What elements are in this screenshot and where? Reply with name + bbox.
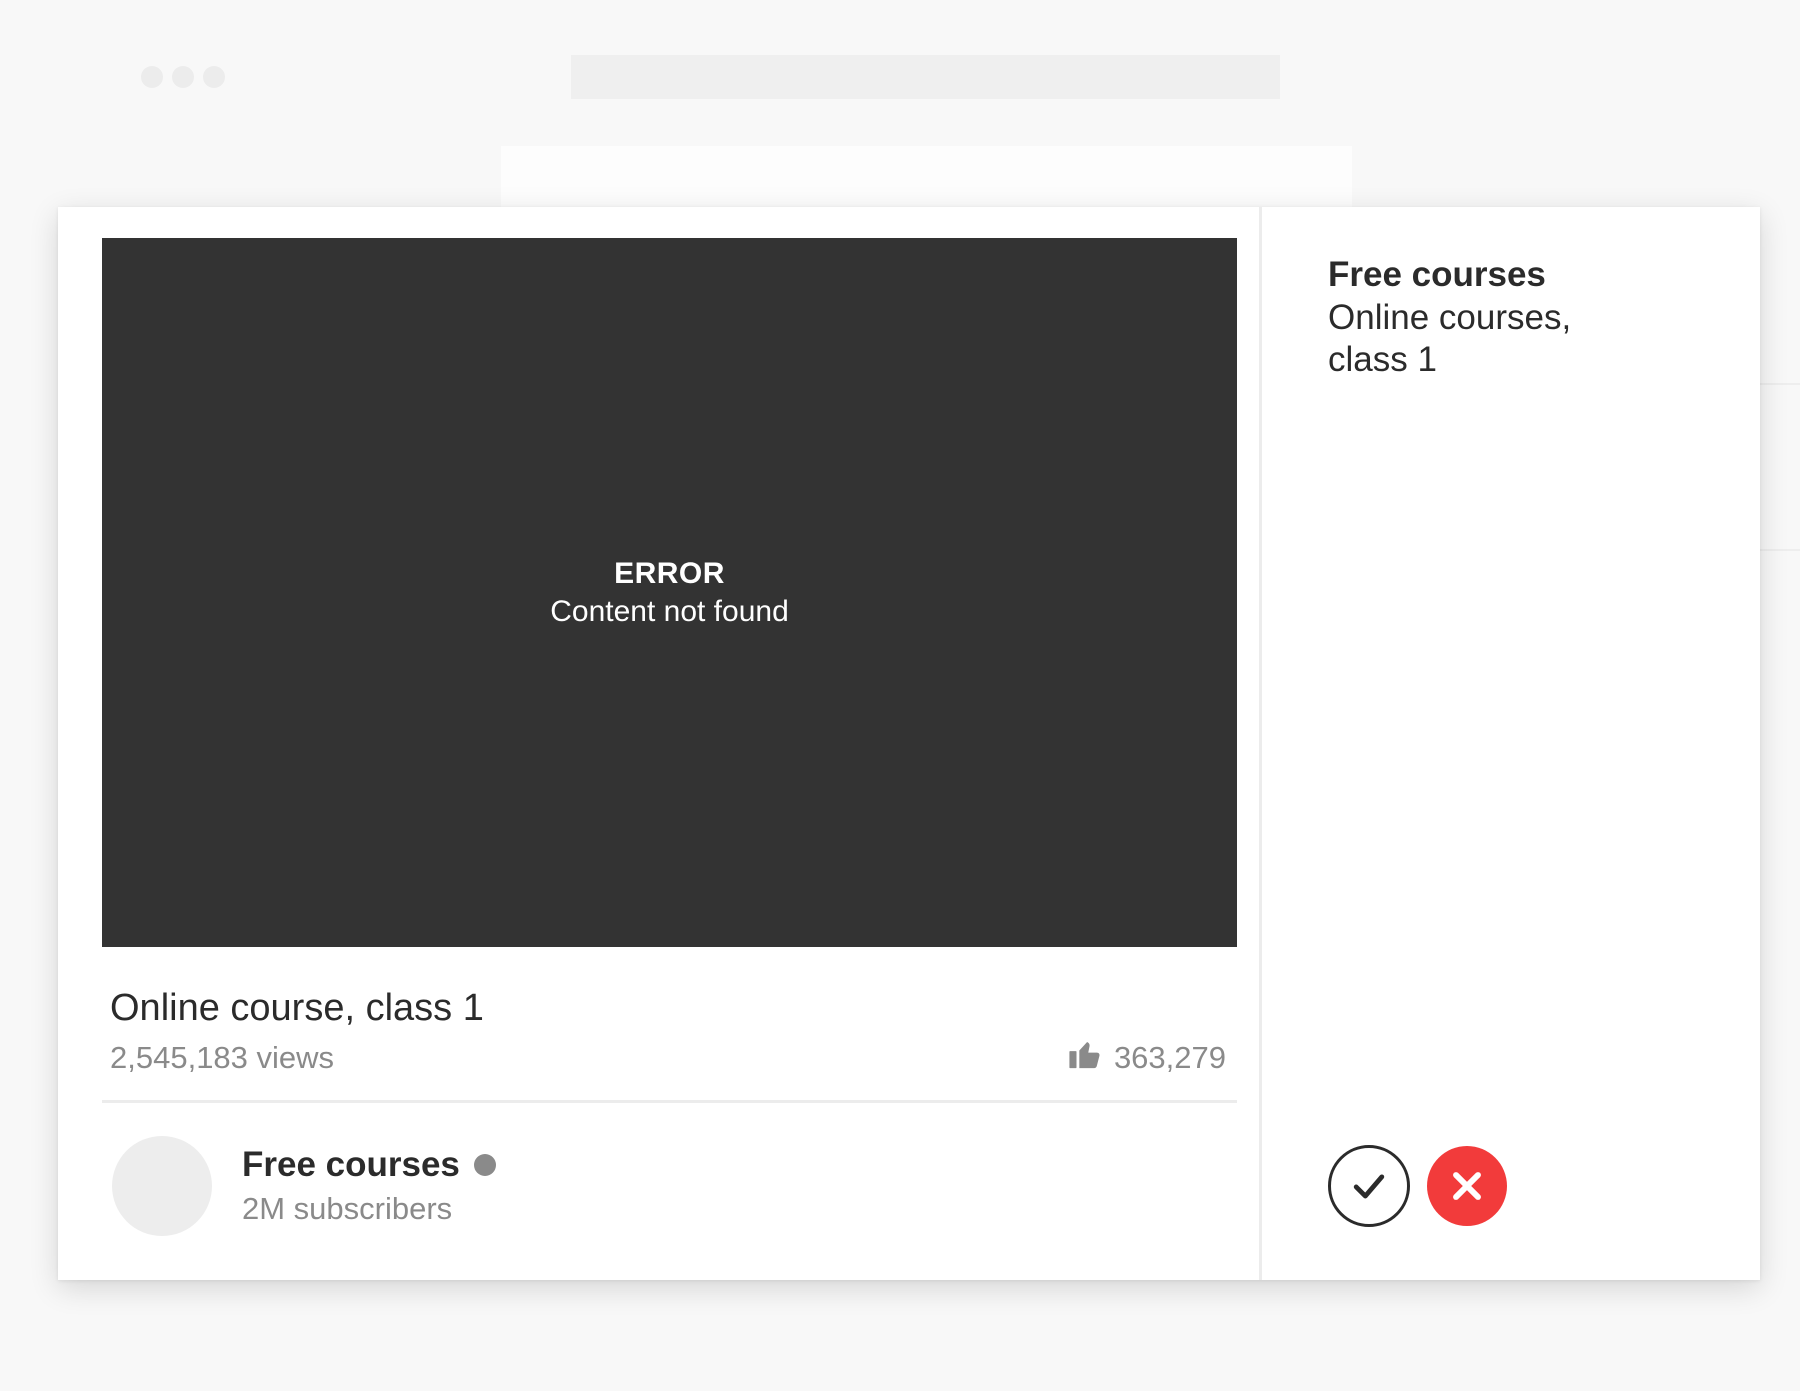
divider bbox=[102, 1100, 1237, 1103]
avatar[interactable] bbox=[112, 1136, 212, 1236]
page: ERROR Content not found Online course, c… bbox=[0, 0, 1800, 1391]
background-divider bbox=[1760, 549, 1800, 551]
video-modal: ERROR Content not found Online course, c… bbox=[58, 207, 1760, 1280]
like-button[interactable]: 363,279 bbox=[1068, 1037, 1226, 1079]
side-panel: Free courses Online courses, class 1 bbox=[1262, 207, 1760, 1280]
window-dot bbox=[203, 66, 225, 88]
subscriber-count: 2M subscribers bbox=[242, 1191, 453, 1226]
error-title: ERROR bbox=[614, 556, 725, 590]
background-divider bbox=[1760, 383, 1800, 385]
window-dot bbox=[141, 66, 163, 88]
window-controls-icon bbox=[141, 66, 225, 88]
window-dot bbox=[172, 66, 194, 88]
address-bar-placeholder bbox=[571, 55, 1280, 99]
channel-name[interactable]: Free courses bbox=[242, 1145, 460, 1185]
view-count: 2,545,183 views bbox=[110, 1040, 335, 1075]
side-panel-title: Free courses bbox=[1328, 255, 1546, 294]
status-dot-icon bbox=[473, 1154, 496, 1176]
checkmark-icon bbox=[1353, 1174, 1385, 1199]
thumbs-up-icon bbox=[1068, 1037, 1102, 1079]
video-panel: ERROR Content not found Online course, c… bbox=[58, 207, 1262, 1280]
error-message: Content not found bbox=[550, 594, 789, 628]
side-panel-subtitle: Online courses, class 1 bbox=[1328, 298, 1572, 379]
channel-header[interactable]: Free courses bbox=[242, 1145, 496, 1185]
like-count: 363,279 bbox=[1113, 1040, 1226, 1075]
video-title: Online course, class 1 bbox=[110, 987, 484, 1029]
close-icon bbox=[1453, 1172, 1481, 1200]
cancel-button[interactable] bbox=[1427, 1146, 1507, 1226]
video-player[interactable]: ERROR Content not found bbox=[102, 238, 1237, 947]
confirm-button[interactable] bbox=[1328, 1145, 1410, 1227]
